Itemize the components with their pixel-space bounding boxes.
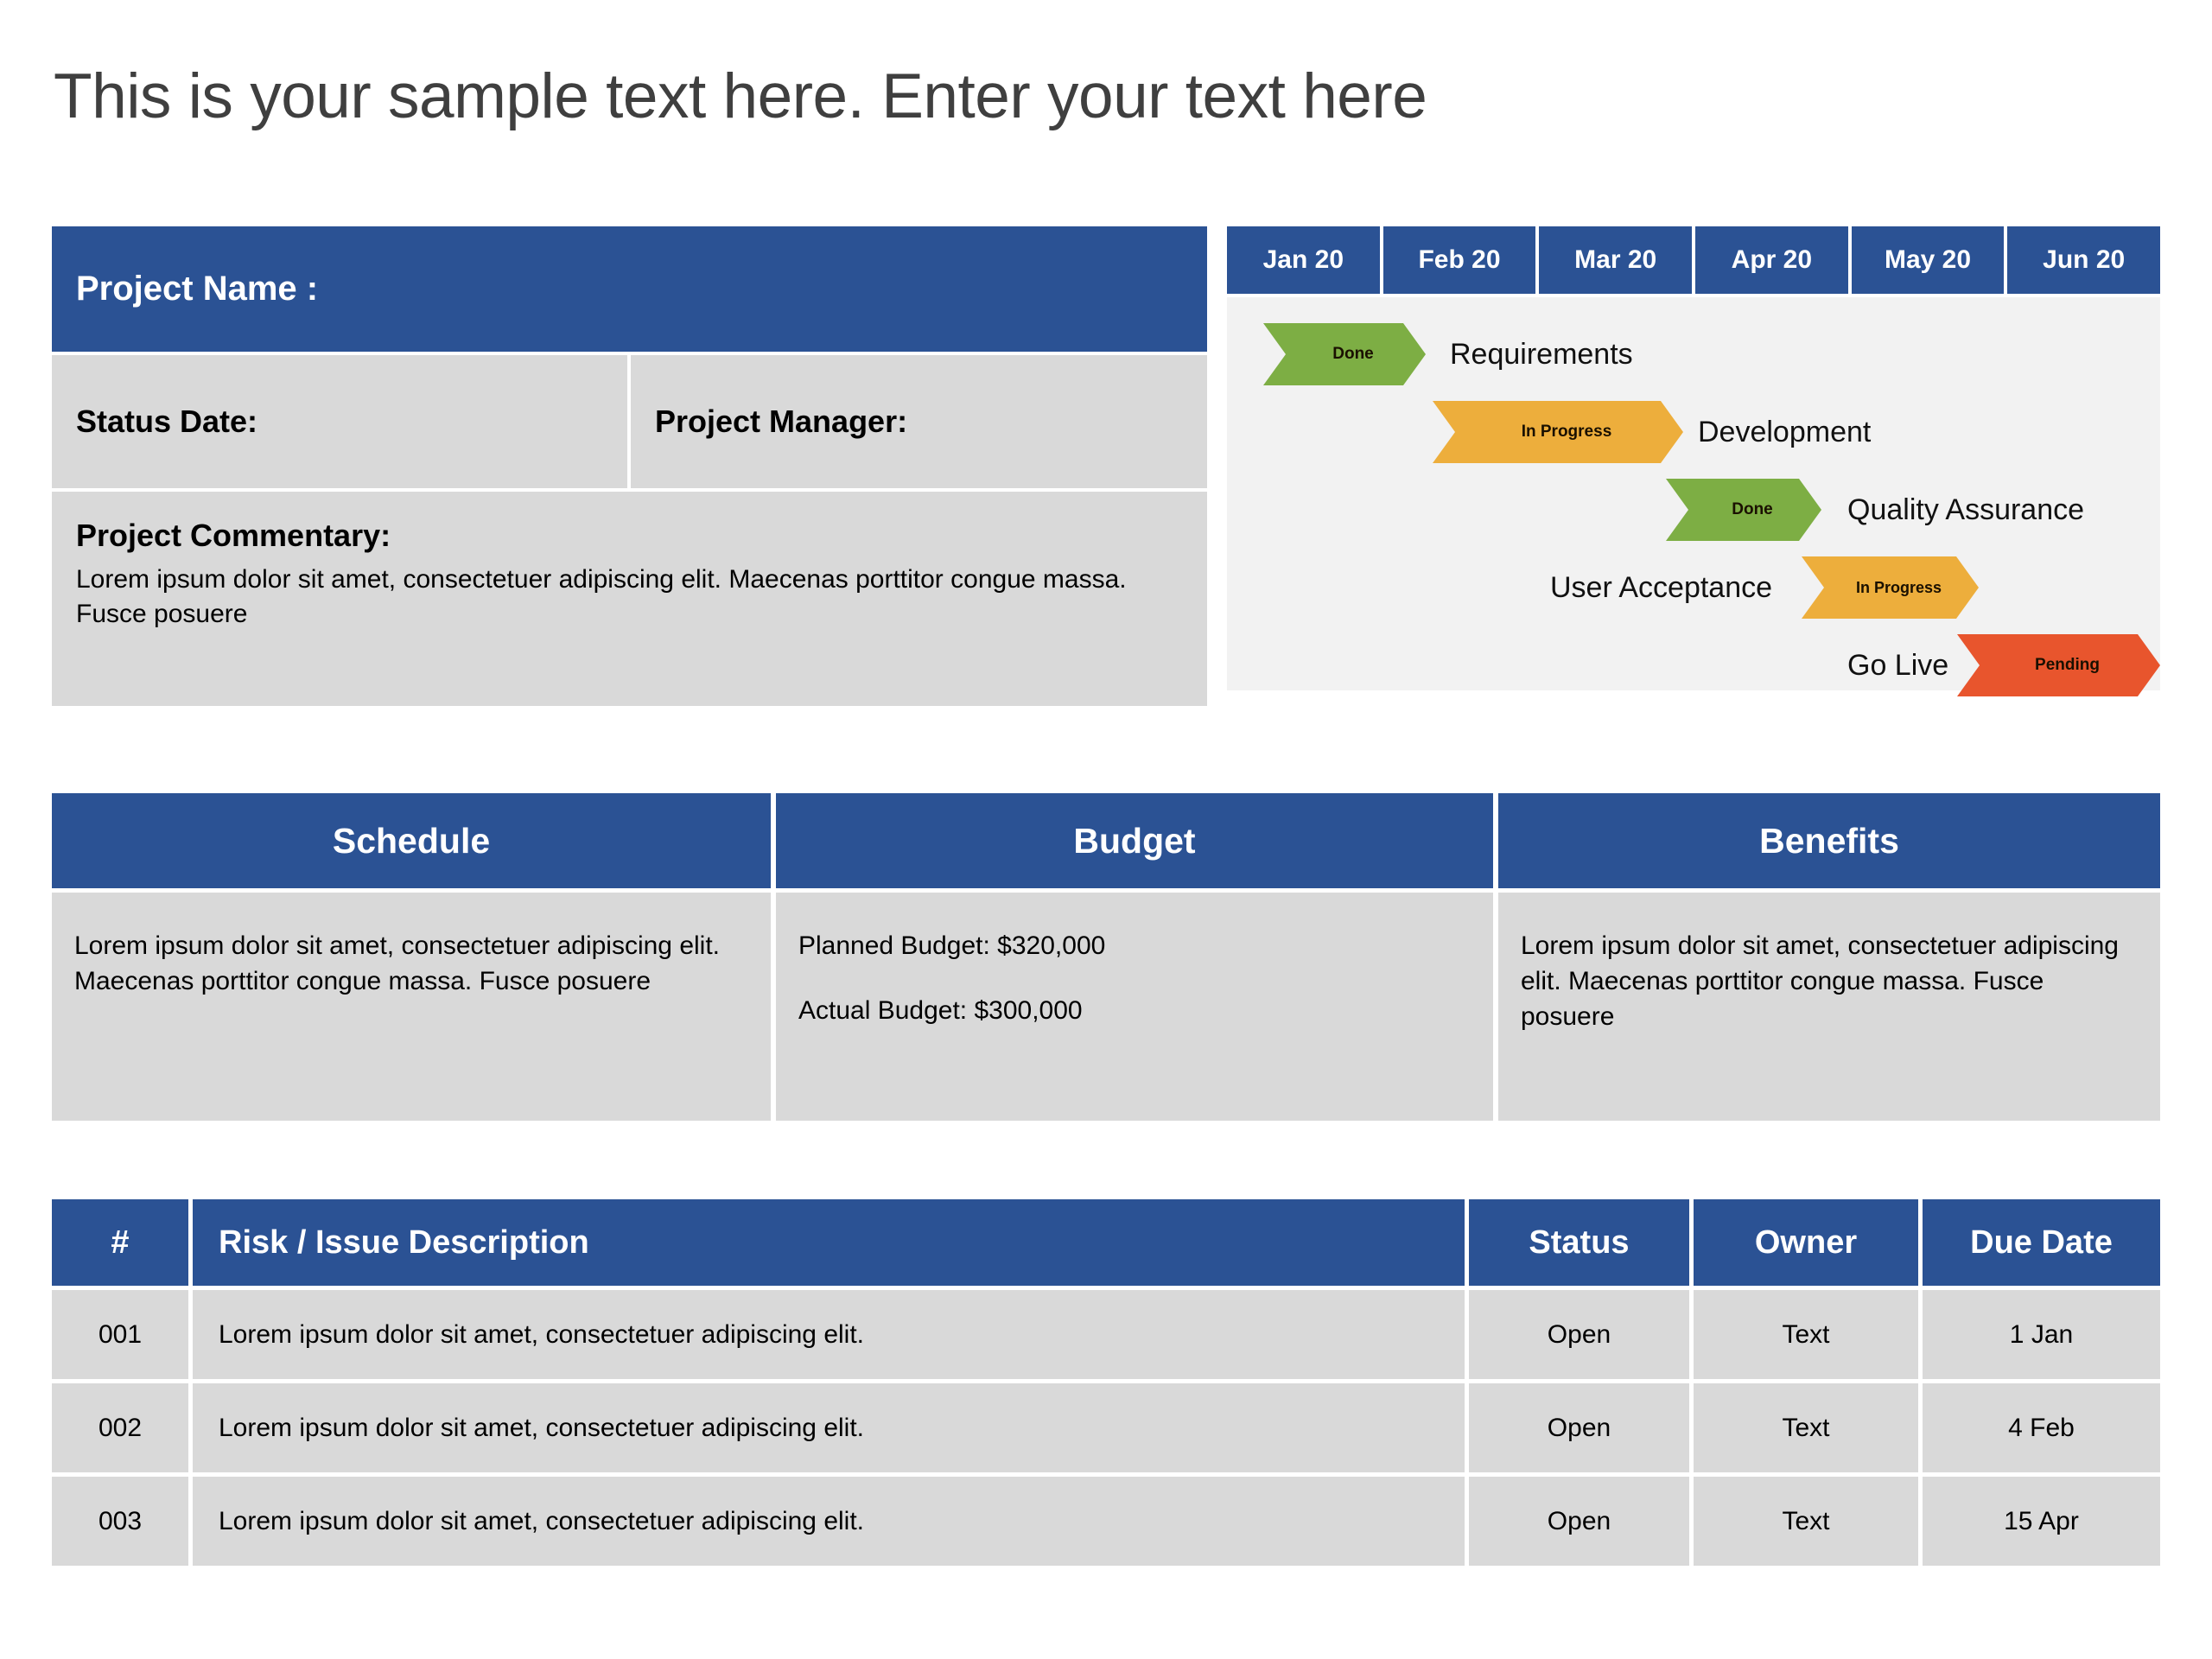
risk-cell-due-date: 1 Jan	[1923, 1290, 2160, 1379]
month-may: May 20	[1851, 226, 2005, 294]
column-header-schedule: Schedule	[52, 793, 771, 888]
status-date-field[interactable]: Status Date:	[52, 355, 627, 488]
timeline-row-quality-assurance: Done Quality Assurance	[1227, 472, 2160, 548]
column-header-budget: Budget	[776, 793, 1493, 888]
column-body-benefits: Lorem ipsum dolor sit amet, consectetuer…	[1498, 893, 2160, 1121]
column-body-schedule: Lorem ipsum dolor sit amet, consectetuer…	[52, 893, 771, 1121]
table-row[interactable]: 003 Lorem ipsum dolor sit amet, consecte…	[52, 1477, 2160, 1566]
timeline-row-go-live: Go Live Pending	[1227, 627, 2160, 703]
timeline-row-user-acceptance: User Acceptance In Progress	[1227, 550, 2160, 626]
timeline-row-development: In Progress Development	[1227, 394, 2160, 470]
risk-cell-due-date: 4 Feb	[1923, 1383, 2160, 1472]
gantt-bar-quality-assurance[interactable]: Done	[1666, 479, 1821, 541]
risk-table-header-row: # Risk / Issue Description Status Owner …	[52, 1199, 2160, 1286]
risk-cell-number: 001	[52, 1290, 188, 1379]
risk-header-due-date: Due Date	[1923, 1199, 2160, 1286]
risk-cell-due-date: 15 Apr	[1923, 1477, 2160, 1566]
table-row[interactable]: 001 Lorem ipsum dolor sit amet, consecte…	[52, 1290, 2160, 1379]
month-apr: Apr 20	[1695, 226, 1848, 294]
risk-cell-owner: Text	[1694, 1383, 1918, 1472]
timeline-body: Done Requirements In Progress Developmen…	[1227, 297, 2160, 690]
gantt-label-user-acceptance: User Acceptance	[1550, 571, 1773, 604]
summary-columns-section: Schedule Budget Benefits Lorem ipsum dol…	[52, 793, 2160, 1121]
timeline-row-requirements: Done Requirements	[1227, 316, 2160, 392]
gantt-label-quality-assurance: Quality Assurance	[1847, 493, 2085, 526]
risk-header-number: #	[52, 1199, 188, 1286]
gantt-bar-development[interactable]: In Progress	[1433, 401, 1683, 463]
column-header-benefits: Benefits	[1498, 793, 2160, 888]
project-info-panel: Project Name : Status Date: Project Mana…	[52, 226, 1207, 706]
risk-cell-number: 002	[52, 1383, 188, 1472]
gantt-label-requirements: Requirements	[1450, 338, 1633, 371]
risk-cell-owner: Text	[1694, 1477, 1918, 1566]
risk-cell-description: Lorem ipsum dolor sit amet, consectetuer…	[193, 1383, 1465, 1472]
risk-header-owner: Owner	[1694, 1199, 1918, 1286]
planned-budget-value: Planned Budget: $320,000	[798, 931, 1106, 960]
column-body-budget: Planned Budget: $320,000 Actual Budget: …	[776, 893, 1493, 1121]
risk-header-description: Risk / Issue Description	[193, 1199, 1465, 1286]
summary-columns-body-row: Lorem ipsum dolor sit amet, consectetuer…	[52, 893, 2160, 1121]
risk-cell-status: Open	[1469, 1290, 1689, 1379]
risk-cell-description: Lorem ipsum dolor sit amet, consectetuer…	[193, 1290, 1465, 1379]
month-jan: Jan 20	[1227, 226, 1380, 294]
risk-cell-status: Open	[1469, 1477, 1689, 1566]
gantt-label-go-live: Go Live	[1847, 649, 1949, 682]
risk-cell-status: Open	[1469, 1383, 1689, 1472]
project-meta-row: Status Date: Project Manager:	[52, 355, 1207, 488]
timeline-month-header: Jan 20 Feb 20 Mar 20 Apr 20 May 20 Jun 2…	[1227, 226, 2161, 294]
timeline-panel: Jan 20 Feb 20 Mar 20 Apr 20 May 20 Jun 2…	[1227, 226, 2161, 690]
actual-budget-value: Actual Budget: $300,000	[798, 995, 1083, 1025]
page-title: This is your sample text here. Enter you…	[54, 61, 1427, 131]
risk-cell-owner: Text	[1694, 1290, 1918, 1379]
summary-columns-header-row: Schedule Budget Benefits	[52, 793, 2160, 888]
risk-cell-number: 003	[52, 1477, 188, 1566]
gantt-label-development: Development	[1698, 416, 1872, 448]
project-name-header: Project Name :	[52, 226, 1207, 352]
month-feb: Feb 20	[1382, 226, 1536, 294]
gantt-bar-go-live[interactable]: Pending	[1957, 634, 2160, 696]
month-mar: Mar 20	[1539, 226, 1693, 294]
gantt-bar-user-acceptance[interactable]: In Progress	[1802, 556, 1979, 619]
table-row[interactable]: 002 Lorem ipsum dolor sit amet, consecte…	[52, 1383, 2160, 1472]
risk-cell-description: Lorem ipsum dolor sit amet, consectetuer…	[193, 1477, 1465, 1566]
month-jun: Jun 20	[2007, 226, 2161, 294]
project-commentary-block: Project Commentary: Lorem ipsum dolor si…	[52, 492, 1207, 706]
risk-issue-table: # Risk / Issue Description Status Owner …	[52, 1199, 2160, 1566]
project-commentary-text: Lorem ipsum dolor sit amet, consectetuer…	[76, 565, 1127, 628]
project-commentary-label: Project Commentary:	[76, 518, 391, 553]
risk-header-status: Status	[1469, 1199, 1689, 1286]
project-manager-field[interactable]: Project Manager:	[631, 355, 1207, 488]
gantt-bar-requirements[interactable]: Done	[1263, 323, 1426, 385]
